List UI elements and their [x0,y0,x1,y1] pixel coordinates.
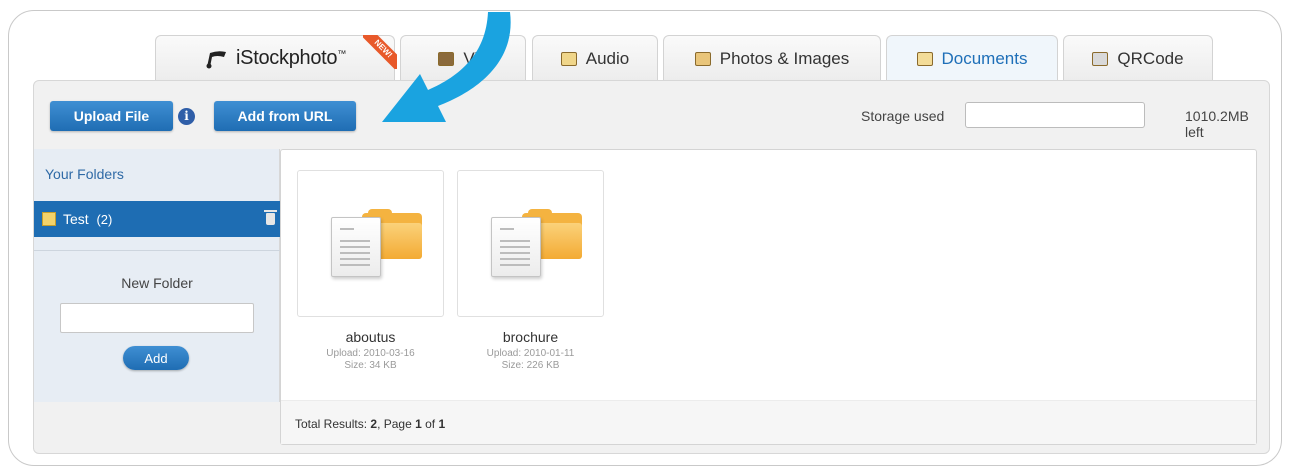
qrcode-icon [1092,51,1109,66]
istock-logo-icon [204,49,228,69]
results-footer: Total Results: 2, Page 1 of 1 [281,400,1256,444]
file-item-brochure[interactable]: brochure Upload: 2010-01-11 Size: 226 KB [457,170,604,372]
document-icon [331,217,381,277]
storage-left-text: 1010.2MB left [1185,108,1249,140]
file-size: Size: 34 KB [344,360,397,371]
file-thumbnail[interactable] [297,170,444,317]
tab-qrcode[interactable]: QRCode [1063,35,1213,81]
callout-arrow-icon [382,12,511,122]
info-icon[interactable]: i [178,108,195,125]
file-name: brochure [502,329,559,345]
new-folder-input[interactable] [60,303,254,333]
file-upload-date: Upload: 2010-01-11 [486,348,575,359]
document-icon [916,52,933,66]
tab-photos-images[interactable]: Photos & Images [663,35,881,81]
add-folder-button[interactable]: Add [123,346,189,370]
divider [34,250,280,251]
photo-icon [694,51,711,66]
file-size: Size: 226 KB [501,360,560,371]
file-grid: aboutus Upload: 2010-03-16 Size: 34 KB b… [280,149,1257,445]
file-name: aboutus [345,329,396,345]
tab-label: QRCode [1117,48,1184,68]
tab-label: iStockphoto™ [236,47,346,69]
tab-label: Documents [941,49,1028,68]
documents-panel: Upload File i Add from URL Storage used … [33,80,1270,454]
trash-icon[interactable] [264,210,277,225]
tab-audio[interactable]: Audio [532,35,658,81]
file-item-aboutus[interactable]: aboutus Upload: 2010-03-16 Size: 34 KB [297,170,444,372]
folder-icon [42,212,56,226]
add-from-url-button[interactable]: Add from URL [214,101,356,131]
sidebar-item-test-folder[interactable]: Test (2) [34,201,294,237]
folders-sidebar: Your Folders Test (2) New Folder Add [34,149,294,402]
new-folder-label: New Folder [121,275,193,291]
storage-used-label: Storage used [861,108,945,124]
your-folders-title: Your Folders [45,166,124,182]
tab-label: Photos & Images [719,48,850,68]
storage-usage-bar [965,102,1145,128]
tab-istockphoto[interactable]: iStockphoto™ NEW! [155,35,397,81]
document-icon [491,217,541,277]
tab-label: Audio [585,48,630,68]
file-upload-date: Upload: 2010-03-16 [326,348,415,359]
folder-name: Test (2) [63,211,113,227]
upload-file-button[interactable]: Upload File [50,101,173,131]
file-thumbnail[interactable] [457,170,604,317]
tab-documents[interactable]: Documents [886,35,1058,82]
audio-icon [560,51,577,66]
